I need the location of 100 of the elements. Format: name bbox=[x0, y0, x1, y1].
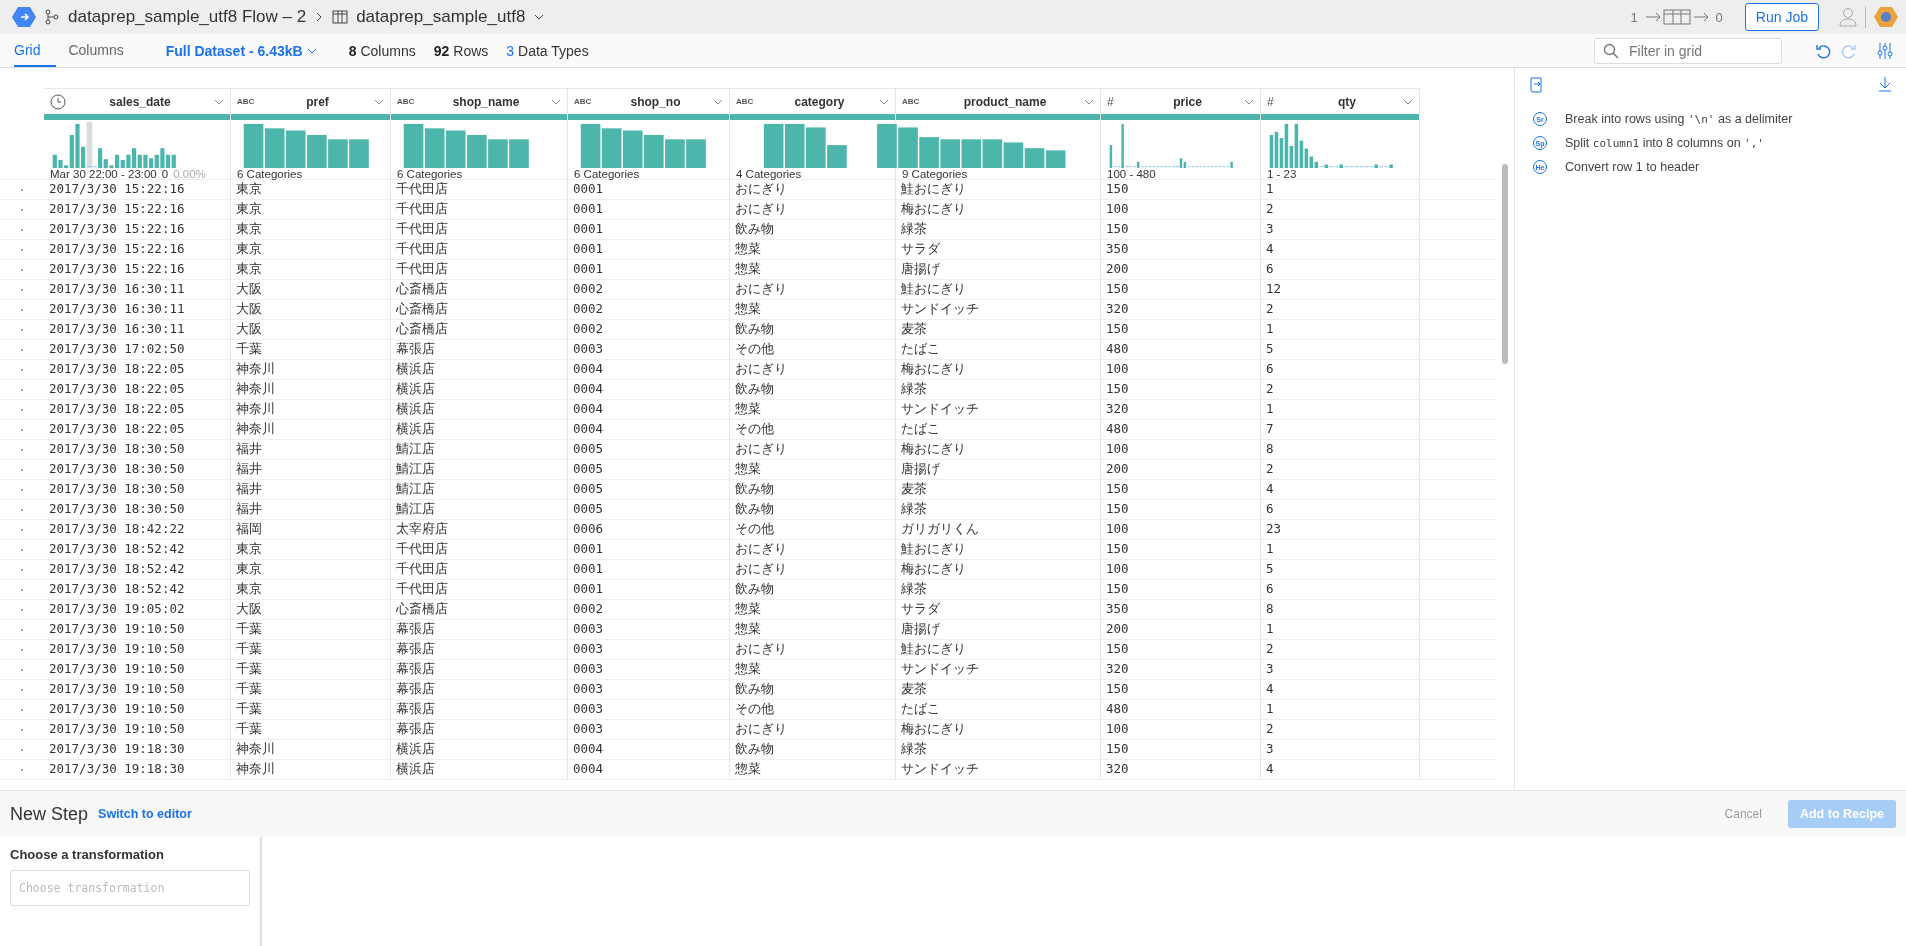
table-cell: 150 bbox=[1101, 540, 1261, 559]
filter-field[interactable]: Filter in grid bbox=[1594, 38, 1782, 64]
table-cell: 神奈川 bbox=[231, 400, 391, 419]
flow-title[interactable]: dataprep_sample_utf8 Flow – 2 bbox=[68, 7, 307, 27]
table-cell: 150 bbox=[1101, 480, 1261, 499]
recipe-step[interactable]: Break into rows using '\n' as a delimiter bbox=[1565, 112, 1793, 126]
type-label: ABC bbox=[574, 97, 593, 106]
table-cell: 鮭おにぎり bbox=[896, 280, 1101, 299]
table-cell: 惣菜 bbox=[730, 240, 896, 259]
dataset-title[interactable]: dataprep_sample_utf8 bbox=[356, 7, 526, 27]
table-cell: おにぎり bbox=[730, 280, 896, 299]
table-cell: 東京 bbox=[231, 220, 391, 239]
table-cell: 2017/3/30 15:22:16 bbox=[44, 220, 231, 239]
table-cell: 飲み物 bbox=[730, 220, 896, 239]
run-job-button[interactable]: Run Job bbox=[1744, 3, 1819, 31]
chevron-down-icon[interactable] bbox=[533, 12, 546, 22]
table-cell: 2017/3/30 19:10:50 bbox=[44, 680, 231, 699]
download-icon[interactable] bbox=[1878, 76, 1892, 92]
table-cell: 横浜店 bbox=[391, 380, 568, 399]
chevron-down-icon[interactable] bbox=[879, 97, 889, 106]
chevron-down-icon[interactable] bbox=[551, 97, 561, 106]
recipe-step[interactable]: Convert row 1 to header bbox=[1565, 160, 1700, 174]
table-cell: 福井 bbox=[231, 440, 391, 459]
table-cell: 7 bbox=[1261, 420, 1420, 439]
table-cell: 2017/3/30 16:30:11 bbox=[44, 320, 231, 339]
chevron-down-icon[interactable] bbox=[214, 97, 224, 106]
switch-editor-link[interactable]: Switch to editor bbox=[98, 807, 192, 821]
table-cell: 0001 bbox=[568, 580, 730, 599]
table-cell: 6 bbox=[1261, 360, 1420, 379]
table-cell: 0002 bbox=[568, 320, 730, 339]
table-cell: 大阪 bbox=[231, 280, 391, 299]
chevron-down-icon[interactable] bbox=[1244, 97, 1254, 106]
table-cell: 横浜店 bbox=[391, 420, 568, 439]
chevron-down-icon[interactable] bbox=[1084, 97, 1094, 106]
table-cell: 梅おにぎり bbox=[896, 200, 1101, 219]
table-cell: 惣菜 bbox=[730, 600, 896, 619]
table-cell: その他 bbox=[730, 520, 896, 539]
view-tab[interactable]: Columns bbox=[68, 34, 140, 67]
chevron-down-icon[interactable] bbox=[374, 97, 384, 106]
table-cell: 2017/3/30 19:10:50 bbox=[44, 660, 231, 679]
histogram-summary: 4 Categories bbox=[736, 168, 802, 180]
histogram-summary: 6 Categories bbox=[237, 168, 303, 180]
table-cell: 0002 bbox=[568, 300, 730, 319]
table-cell: 0001 bbox=[568, 240, 730, 259]
table-cell: 150 bbox=[1101, 580, 1261, 599]
table-cell: 480 bbox=[1101, 420, 1261, 439]
table-cell: 2017/3/30 18:30:50 bbox=[44, 440, 231, 459]
stat-label: 3 Data Types bbox=[506, 41, 589, 61]
table-cell: 千葉 bbox=[231, 680, 391, 699]
table-cell: 0004 bbox=[568, 420, 730, 439]
table-cell: 0003 bbox=[568, 340, 730, 359]
table-cell: 麦茶 bbox=[896, 480, 1101, 499]
table-cell: 千葉 bbox=[231, 640, 391, 659]
table-cell: 神奈川 bbox=[231, 760, 391, 779]
recipe-icon[interactable] bbox=[1529, 76, 1545, 94]
table-cell: 150 bbox=[1101, 220, 1261, 239]
table-cell: 23 bbox=[1261, 520, 1420, 539]
table-cell: 5 bbox=[1261, 560, 1420, 579]
table-cell: 0003 bbox=[568, 680, 730, 699]
table-cell: 東京 bbox=[231, 240, 391, 259]
chevron-down-icon[interactable] bbox=[713, 97, 723, 106]
view-tab[interactable]: Grid bbox=[14, 34, 57, 67]
table-cell: たばこ bbox=[896, 340, 1101, 359]
table-cell: その他 bbox=[730, 420, 896, 439]
table-cell: 320 bbox=[1101, 660, 1261, 679]
table-cell: 福井 bbox=[231, 480, 391, 499]
histogram-count: 0 bbox=[161, 168, 169, 180]
histogram-summary: 100 - 480 bbox=[1107, 168, 1156, 180]
table-cell: 0001 bbox=[568, 260, 730, 279]
table-cell: 480 bbox=[1101, 700, 1261, 719]
table-cell: 緑茶 bbox=[896, 580, 1101, 599]
table-cell: 大阪 bbox=[231, 320, 391, 339]
recipe-step[interactable]: Split column1 into 8 columns on ',' bbox=[1565, 136, 1764, 150]
table-cell: 緑茶 bbox=[896, 500, 1101, 519]
sliders-icon[interactable] bbox=[1877, 41, 1893, 60]
table-cell: 0005 bbox=[568, 480, 730, 499]
table-cell: 2017/3/30 16:30:11 bbox=[44, 300, 231, 319]
table-cell: 鯖江店 bbox=[391, 440, 568, 459]
filter-input[interactable]: Filter in grid bbox=[1627, 42, 1767, 60]
table-cell: 横浜店 bbox=[391, 400, 568, 419]
scrollbar-thumb[interactable] bbox=[1502, 164, 1508, 364]
table-cell: 福井 bbox=[231, 500, 391, 519]
table-cell: 0002 bbox=[568, 280, 730, 299]
table-cell: 神奈川 bbox=[231, 420, 391, 439]
table-cell: サンドイッチ bbox=[896, 300, 1101, 319]
table-cell: 0003 bbox=[568, 700, 730, 719]
table-cell: 梅おにぎり bbox=[896, 360, 1101, 379]
chevron-down-icon[interactable] bbox=[1403, 97, 1413, 106]
table-cell: 100 bbox=[1101, 560, 1261, 579]
hexagon-logo-icon[interactable] bbox=[1874, 6, 1898, 28]
dataset-menu[interactable]: Full Dataset - 6.43kB bbox=[165, 34, 317, 67]
table-cell: 幕張店 bbox=[391, 620, 568, 639]
user-icon[interactable] bbox=[1839, 7, 1857, 27]
undo-icon[interactable] bbox=[1815, 42, 1831, 59]
table-cell: 2 bbox=[1261, 460, 1420, 479]
table-cell: 6 bbox=[1261, 260, 1420, 279]
table-cell: 東京 bbox=[231, 560, 391, 579]
transformation-field[interactable]: Choose transformation bbox=[10, 870, 250, 906]
table-cell: 2017/3/30 15:22:16 bbox=[44, 200, 231, 219]
table-cell: 100 bbox=[1101, 520, 1261, 539]
